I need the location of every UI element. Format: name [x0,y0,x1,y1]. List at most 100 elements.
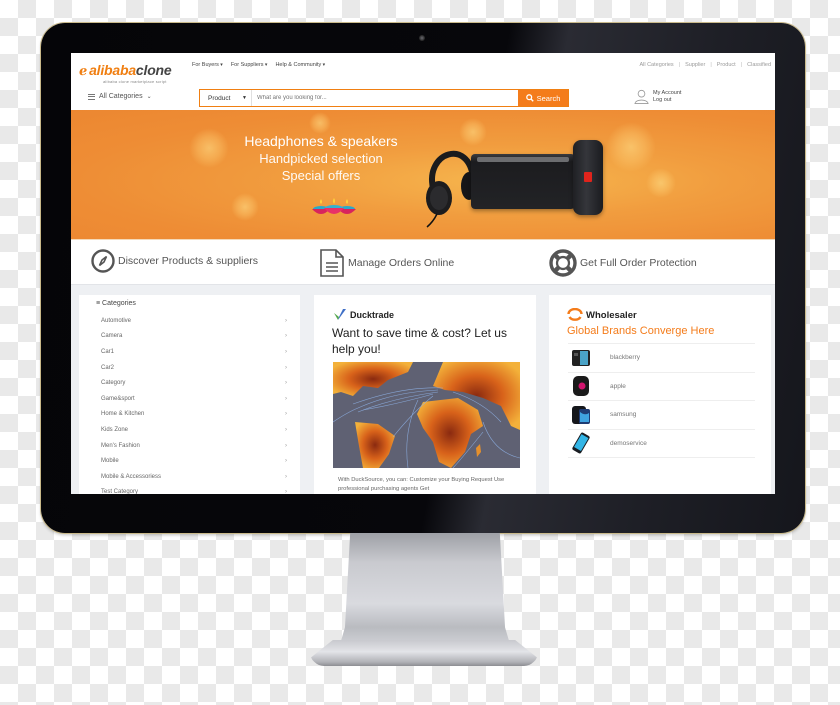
portable-speaker-image [573,140,603,215]
category-item[interactable]: Kids Zone › [101,422,291,438]
nav-for-buyers[interactable]: For Buyers [192,62,223,68]
brand-item[interactable]: apple [568,373,755,401]
category-label: Test Category [101,489,139,494]
ducktrade-name: Ducktrade [350,310,395,320]
category-label: Car2 [101,364,115,371]
category-item[interactable]: Mobile & Accessoriess › [101,469,291,485]
wholesaler-logo-icon [567,308,583,321]
search-box: Product ▼ Search [199,89,569,107]
category-item[interactable]: Automotive › [101,313,291,329]
logo-prefix: alibaba [89,62,136,78]
feature-strip: Discover Products & suppliers Manage Ord… [71,239,775,285]
ducktrade-logo-icon [334,309,346,320]
monitor-stand-neck [338,533,512,651]
feature-label: Discover Products & suppliers [118,255,259,267]
search-icon [525,94,534,102]
category-item[interactable]: Home & Kitchen › [101,407,291,423]
ducktrade-headline: Want to save time & cost? Let us help yo… [332,326,507,356]
wholesaler-tagline: Global Brands Converge Here [567,325,715,337]
world-trade-map-image[interactable] [333,362,520,468]
logout-link[interactable]: Log out [653,97,681,104]
ducktrade-description: With DuckSource, you can: Customize your… [338,477,505,492]
category-label: Mobile & Accessoriess [101,473,162,480]
link-all-categories[interactable]: All Categories [639,62,673,68]
account-menu: My Account Log out [634,89,681,104]
category-label: Kids Zone [101,426,129,433]
category-item[interactable]: Men's Fashion › [101,438,291,454]
category-item[interactable]: Car1 › [101,344,291,360]
search-input[interactable] [252,90,518,106]
chevron-right-icon: › [285,411,287,418]
all-categories-label: All Categories [99,93,143,100]
brand-label: apple [610,382,626,390]
category-item[interactable]: Category › [101,375,291,391]
feature-label: Get Full Order Protection [580,257,697,269]
category-label: Game&sport [101,395,135,402]
list-icon: ≡ [96,300,101,307]
category-item[interactable]: Camera › [101,329,291,345]
chevron-right-icon: › [285,442,287,449]
link-supplier[interactable]: Supplier [685,62,705,68]
firework-decoration [646,168,676,198]
category-item[interactable]: Test Category › [101,485,291,494]
promo-banner[interactable]: Headphones & speakers Handpicked selecti… [71,110,775,239]
category-label: Camera [101,333,123,340]
brand-item[interactable]: samsung [568,401,755,430]
lifebuoy-icon [549,249,577,277]
link-product[interactable]: Product [717,62,736,68]
category-label: Men's Fashion [101,442,140,449]
chevron-right-icon: › [285,317,287,324]
feature-order-protection[interactable]: Get Full Order Protection [549,249,697,277]
brand-label: demoservice [610,439,647,447]
brand-label: samsung [610,411,637,419]
all-categories-dropdown[interactable]: All Categories ⌄ [88,93,152,100]
search-button-label: Search [536,93,561,103]
my-account-link[interactable]: My Account [653,90,681,97]
top-nav: For Buyers For Suppliers Help & Communit… [192,62,325,68]
feature-label: Manage Orders Online [348,257,455,269]
browser-screen: ℯ alibabaclone alibaba clone marketplace … [71,53,775,494]
categories-panel: ≡ Categories Automotive › Camera › Car1 › C… [79,295,300,494]
feature-discover[interactable]: Discover Products & suppliers [91,249,258,273]
separator: | [678,62,681,68]
categories-title: Categories [102,300,136,307]
separator: | [740,62,743,68]
search-scope-select[interactable]: Product ▼ [200,90,252,106]
brand-item[interactable]: demoservice [568,430,755,458]
compass-icon [91,249,115,273]
logo-mark-icon: ℯ [79,63,88,78]
site-logo[interactable]: ℯ alibabaclone alibaba clone marketplace … [79,63,172,84]
nav-help-community[interactable]: Help & Community [275,62,325,68]
link-classified[interactable]: Classified [747,62,771,68]
category-item[interactable]: Game&sport › [101,391,291,407]
nav-for-suppliers[interactable]: For Suppliers [231,62,268,68]
search-row: All Categories ⌄ Product ▼ Search [71,88,775,110]
wholesaler-brand[interactable]: Wholesaler [567,308,637,322]
monitor-stand-base [310,640,538,666]
chevron-right-icon: › [285,395,287,402]
category-label: Home & Kitchen [101,411,145,418]
apple-phone-image [573,376,589,397]
chevron-right-icon: › [285,348,287,355]
category-label: Category [101,380,126,387]
category-item[interactable]: Mobile › [101,453,291,469]
banner-subtitle-2: Special offers [281,168,361,183]
brand-item[interactable]: blackberry [568,344,755,373]
chevron-right-icon: › [285,426,287,433]
wholesaler-name: Wholesaler [586,309,637,321]
firework-decoration [606,122,656,172]
logo-tagline: alibaba clone marketplace script [103,79,167,84]
banner-title: Headphones & speakers [244,133,398,149]
search-button[interactable]: Search [518,90,568,106]
brand-label: blackberry [610,354,640,362]
caret-down-icon: ▼ [242,95,247,101]
ducktrade-brand[interactable]: Ducktrade [333,308,394,322]
banner-text: Headphones & speakers Handpicked selecti… [221,133,421,184]
category-label: Automotive [101,317,132,324]
samsung-phone-image [572,405,590,424]
categories-header: ≡ Categories [96,300,136,307]
category-item[interactable]: Car2 › [101,360,291,376]
ducktrade-panel: Ducktrade Want to save time & cost? Let … [314,295,536,494]
top-header: ℯ alibabaclone alibaba clone marketplace … [71,53,775,88]
feature-manage-orders[interactable]: Manage Orders Online [319,249,454,277]
